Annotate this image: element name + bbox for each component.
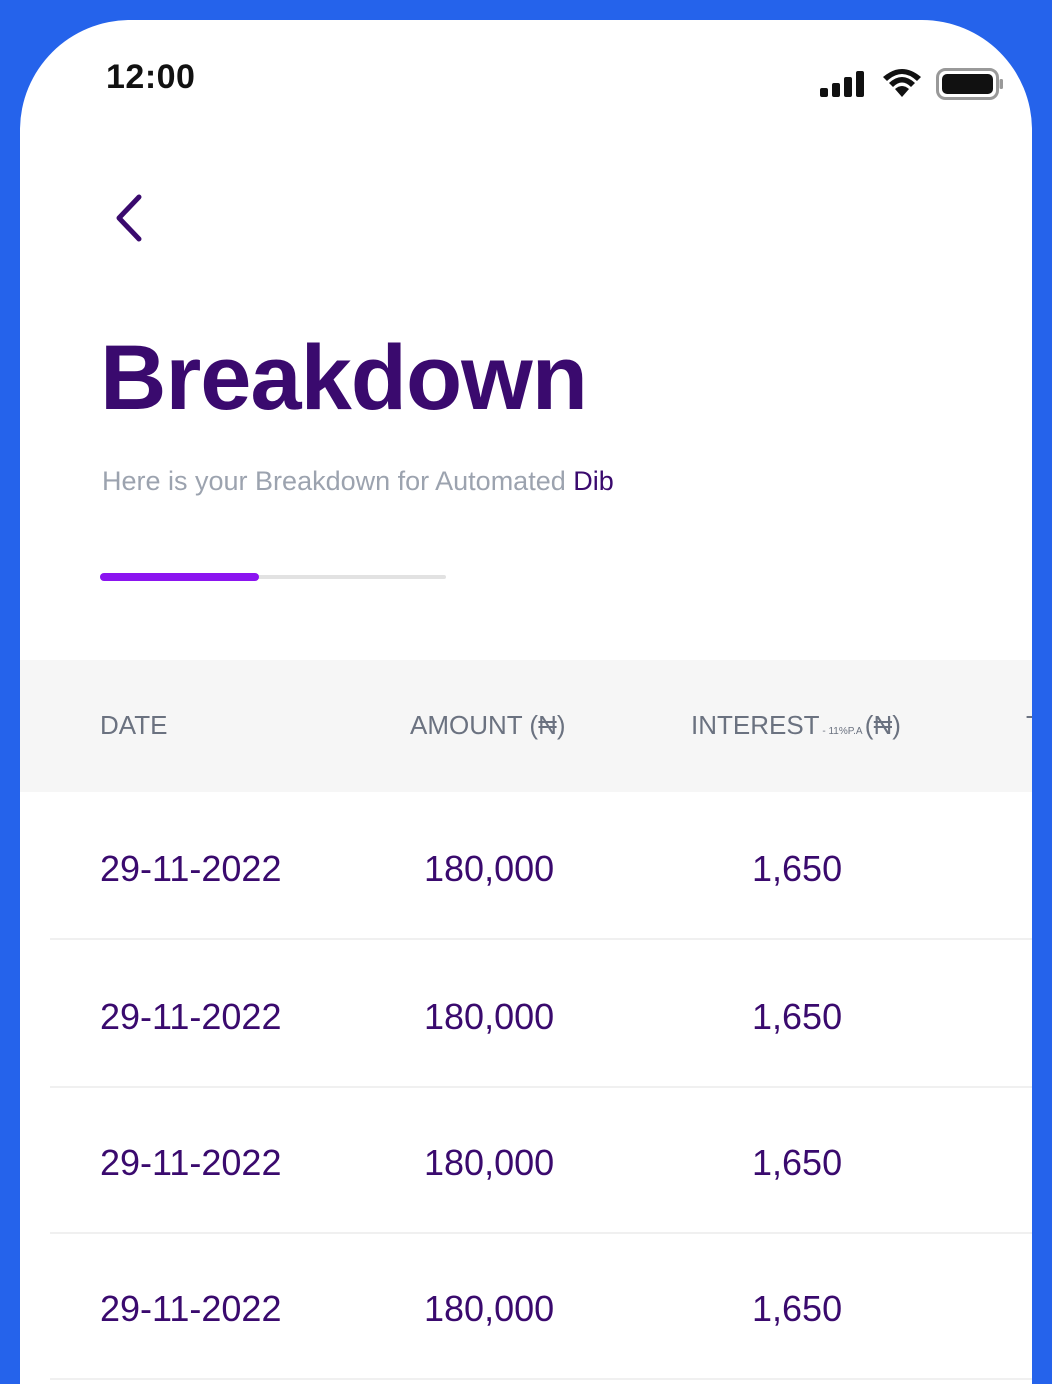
cell-date: 29-11-2022 [100, 1142, 282, 1183]
back-button[interactable] [104, 188, 154, 248]
cell-interest: 1,650 [752, 996, 843, 1037]
wifi-icon [883, 69, 921, 97]
status-icons [820, 68, 1004, 100]
subtitle-text: Here is your Breakdown for Automated [102, 466, 574, 496]
cell-date: 29-11-2022 [100, 996, 282, 1037]
table-row: 29-11-2022 180,000 1,650 [50, 1086, 1032, 1234]
cell-interest: 1,650 [752, 1142, 843, 1183]
progress-fill [100, 573, 260, 581]
table-header: DATE AMOUNT (₦) INTEREST - 11%P.A (₦) T [20, 660, 1032, 792]
cell-amount: 180,000 [424, 1288, 555, 1329]
cellular-signal-icon [820, 71, 864, 97]
column-header-interest: INTEREST - 11%P.A (₦) [691, 710, 901, 741]
table-row: 29-11-2022 180,000 1,650 [50, 1232, 1032, 1380]
progress-track [100, 573, 446, 581]
battery-icon [936, 68, 1003, 100]
status-time: 12:00 [106, 58, 196, 96]
cell-date: 29-11-2022 [100, 848, 282, 889]
cell-amount: 180,000 [424, 996, 555, 1037]
page-subtitle: Here is your Breakdown for Automated Dib [102, 466, 614, 497]
interest-unit: (₦) [864, 710, 901, 740]
column-header-partial: T [1026, 710, 1032, 741]
subtitle-accent: Dib [573, 466, 614, 496]
chevron-left-icon [116, 194, 142, 242]
table-row: 29-11-2022 180,000 1,650 [50, 792, 1032, 940]
interest-rate: - 11%P.A [819, 726, 865, 737]
column-header-amount: AMOUNT (₦) [410, 710, 566, 740]
column-header-date: DATE [100, 710, 168, 740]
interest-label: INTEREST [691, 710, 820, 740]
page-title: Breakdown [100, 327, 588, 429]
cell-interest: 1,650 [752, 848, 843, 889]
cell-interest: 1,650 [752, 1288, 843, 1329]
device-frame: 12:00 Breakdown Here is your Breakdown f… [0, 0, 1052, 1384]
cell-amount: 180,000 [424, 1142, 555, 1183]
table-row: 29-11-2022 180,000 1,650 [50, 940, 1032, 1088]
cell-amount: 180,000 [424, 848, 555, 889]
cell-date: 29-11-2022 [100, 1288, 282, 1329]
phone-screen: 12:00 Breakdown Here is your Breakdown f… [20, 20, 1032, 1384]
